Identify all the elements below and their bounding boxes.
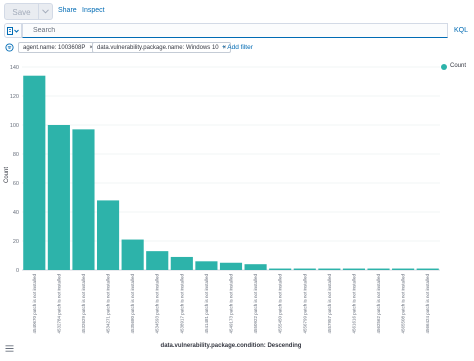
y-tick-label: 60 bbox=[13, 181, 19, 187]
saved-query-icon bbox=[7, 26, 19, 35]
bar[interactable] bbox=[47, 125, 70, 270]
bar[interactable] bbox=[318, 268, 341, 270]
x-tick-label: 4534271 patch is not installed bbox=[106, 274, 111, 334]
x-tick-label: 4556799 patch is not installed bbox=[302, 274, 307, 334]
legend-label: Count bbox=[450, 63, 467, 69]
bar[interactable] bbox=[219, 262, 243, 270]
save-button-group: Save bbox=[4, 3, 53, 20]
bar[interactable] bbox=[269, 268, 292, 270]
search-input[interactable] bbox=[22, 23, 448, 38]
y-tick-label: 20 bbox=[13, 239, 19, 245]
x-tick-label: 4557957 patch is not installed bbox=[327, 274, 332, 334]
x-axis-label: data.vulnerability.package.condition: De… bbox=[161, 343, 302, 349]
bar[interactable] bbox=[146, 251, 169, 270]
filter-pill-label: agent.name: 1003608P bbox=[23, 45, 86, 51]
x-tick-label: 4562562 patch is not installed bbox=[376, 274, 381, 334]
inspect-link[interactable]: Inspect bbox=[82, 7, 105, 14]
share-link[interactable]: Share bbox=[58, 7, 77, 14]
filter-pill-label: data.vulnerability.package.name: Windows… bbox=[97, 45, 219, 51]
y-tick-label: 120 bbox=[10, 94, 19, 100]
filter-pill-package-name[interactable]: data.vulnerability.package.name: Windows… bbox=[92, 42, 232, 53]
bar[interactable] bbox=[195, 261, 218, 270]
y-tick-label: 100 bbox=[10, 123, 19, 129]
x-tick-label: 4540670 patch is not installed bbox=[32, 274, 37, 334]
y-tick-label: 80 bbox=[13, 152, 19, 158]
bar[interactable] bbox=[367, 268, 390, 270]
bar[interactable] bbox=[244, 264, 267, 270]
x-tick-label: 4565508 patch is not installed bbox=[401, 274, 406, 334]
query-language-toggle[interactable]: KQL bbox=[454, 27, 468, 34]
bar-chart-svg: 0 20 40 60 80 100 120 140 4540670 patch is not … bbox=[4, 65, 440, 349]
x-tick-label: 4549173 patch is not installed bbox=[229, 274, 234, 334]
chevron-down-icon bbox=[42, 9, 49, 14]
x-tick-label: 4534593 patch is not installed bbox=[155, 274, 160, 334]
y-tick-label: 40 bbox=[13, 210, 19, 216]
save-options-button[interactable] bbox=[39, 3, 53, 20]
bar[interactable] bbox=[23, 75, 46, 270]
filter-pill-agent-name[interactable]: agent.name: 1003608P× bbox=[18, 42, 98, 53]
filter-bar: agent.name: 1003608P× data.vulnerability… bbox=[0, 41, 474, 55]
x-tick-label: 4541481 patch is not installed bbox=[204, 274, 209, 334]
legend-swatch bbox=[441, 64, 447, 70]
x-tick-label: 4561616 patch is not installed bbox=[351, 274, 356, 334]
x-tick-label: 4550922 patch is not installed bbox=[253, 274, 258, 334]
x-tick-label: 4532784 patch is not installed bbox=[56, 274, 61, 334]
table-toggle-icon[interactable] bbox=[5, 345, 14, 352]
x-tick-label: 4555450 patch is not installed bbox=[278, 274, 283, 334]
filter-settings-icon[interactable] bbox=[5, 43, 14, 52]
save-button[interactable]: Save bbox=[4, 3, 39, 20]
query-bar: KQL bbox=[0, 22, 474, 40]
x-tick-label: 4532629 patch is not installed bbox=[81, 274, 86, 334]
bar-chart: 0 20 40 60 80 100 120 140 4540670 patch is not … bbox=[0, 58, 474, 356]
query-menu-button[interactable] bbox=[4, 23, 22, 38]
top-nav: Save Share Inspect bbox=[0, 0, 474, 22]
y-axis-label: Count bbox=[4, 167, 10, 183]
x-tick-label: 4538917 patch is not installed bbox=[179, 274, 184, 334]
add-filter-button[interactable]: + Add filter bbox=[222, 44, 253, 51]
x-tick-label: 4535680 patch is not installed bbox=[130, 274, 135, 334]
bar[interactable] bbox=[342, 268, 366, 270]
x-tick-label: 4566424 patch is not installed bbox=[425, 274, 430, 334]
y-tick-label: 0 bbox=[16, 268, 19, 274]
bar[interactable] bbox=[96, 200, 120, 270]
bar[interactable] bbox=[392, 268, 415, 270]
bar[interactable] bbox=[416, 268, 439, 270]
bar[interactable] bbox=[170, 256, 193, 270]
bar[interactable] bbox=[121, 239, 144, 270]
bar[interactable] bbox=[293, 268, 316, 270]
y-tick-label: 140 bbox=[10, 65, 19, 71]
bar[interactable] bbox=[72, 129, 95, 270]
